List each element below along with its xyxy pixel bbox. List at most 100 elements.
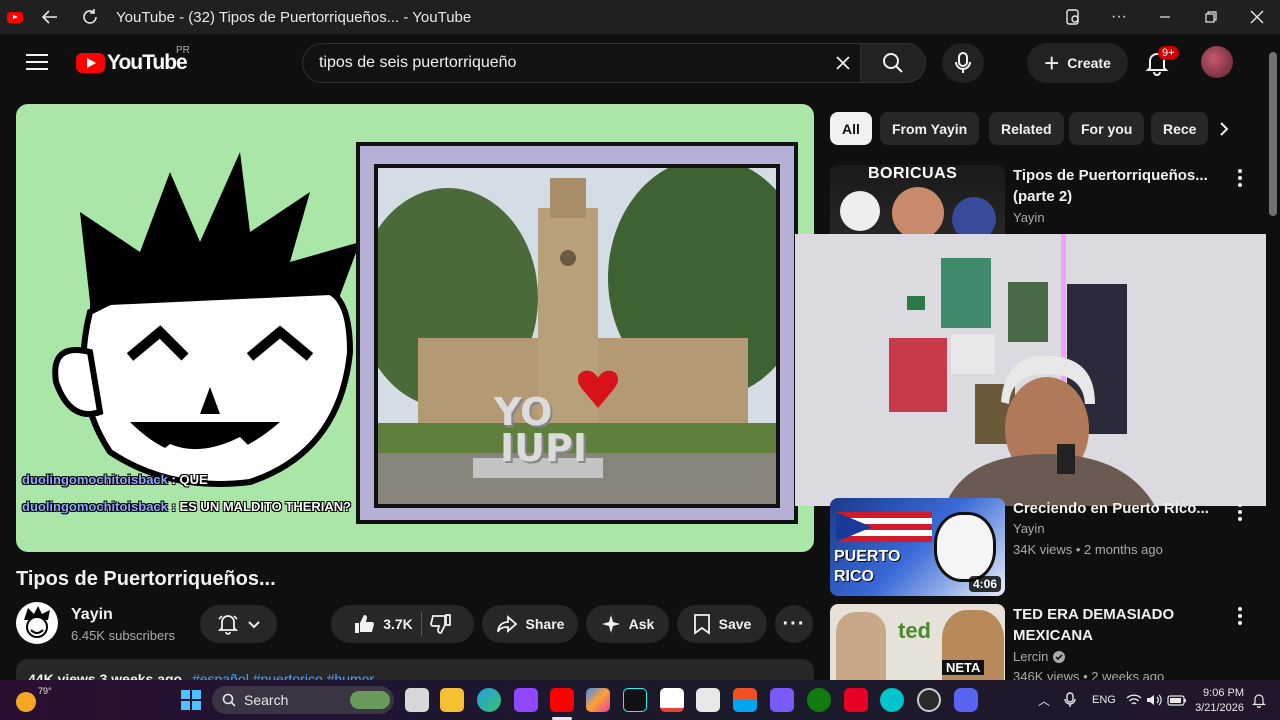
- tiktok-icon[interactable]: [623, 688, 647, 712]
- sign-iupi: IUPI: [500, 426, 587, 470]
- windows-start-icon[interactable]: [181, 690, 201, 710]
- voice-search-button[interactable]: [942, 43, 984, 83]
- thumbs-down-icon[interactable]: [429, 613, 452, 635]
- capcut-icon[interactable]: [696, 688, 720, 712]
- refresh-icon[interactable]: [70, 0, 110, 34]
- chat-username: duolingomochitoisback: [22, 499, 168, 514]
- search-button[interactable]: [860, 43, 926, 83]
- save-label: Save: [718, 616, 752, 632]
- more-options-icon[interactable]: ···: [1096, 0, 1142, 34]
- xbox-icon[interactable]: [807, 688, 831, 712]
- subscription-bell-button[interactable]: [200, 605, 277, 643]
- clock-time[interactable]: 9:06 PM: [1200, 687, 1244, 699]
- save-button[interactable]: Save: [677, 605, 767, 643]
- channel-name: Lercin: [1013, 649, 1049, 664]
- window-title: YouTube - (32) Tipos de Puertorriqueños.…: [116, 8, 472, 26]
- search-icon: [883, 53, 903, 73]
- recommendation-channel[interactable]: Yayin: [1013, 210, 1045, 225]
- notification-center-icon[interactable]: [1252, 692, 1266, 708]
- chip-for-you[interactable]: For you: [1069, 112, 1145, 145]
- pinterest-icon[interactable]: [844, 688, 868, 712]
- microphone-tray-icon[interactable]: [1064, 692, 1076, 708]
- clock-date[interactable]: 3/21/2026: [1194, 702, 1244, 714]
- microsoft-store-icon[interactable]: [733, 688, 757, 712]
- share-label: Share: [525, 616, 565, 632]
- more-horizontal-icon: ···: [782, 612, 806, 635]
- copilot-icon[interactable]: [586, 688, 610, 712]
- clear-search-icon[interactable]: [826, 43, 860, 83]
- chat-message: duolingomochitoisback : QUE: [22, 472, 208, 487]
- recommendation-thumbnail[interactable]: ted NETA: [830, 604, 1005, 680]
- ask-button[interactable]: Ask: [586, 605, 669, 643]
- close-window-icon[interactable]: [1234, 0, 1280, 34]
- channel-avatar[interactable]: [16, 602, 58, 644]
- youtube-app-icon[interactable]: [550, 688, 574, 712]
- thumbnail-text: ted: [898, 618, 931, 643]
- discord-icon[interactable]: [954, 688, 978, 712]
- chevron-up-icon[interactable]: ︿: [1038, 692, 1050, 709]
- taskbar-search[interactable]: Search: [212, 686, 394, 714]
- notification-badge: 9+: [1158, 46, 1179, 60]
- chip-recent[interactable]: Rece: [1151, 112, 1209, 145]
- chip-related[interactable]: Related: [989, 112, 1064, 145]
- recommendation-title[interactable]: Tipos de Puertorriqueños... (parte 2): [1013, 165, 1213, 207]
- video-title: Tipos de Puertorriqueños...: [16, 568, 276, 590]
- recommendation-title[interactable]: Creciendo en Puerto Rico...: [1013, 498, 1213, 519]
- youtube-logo[interactable]: YouTube PR: [76, 45, 190, 75]
- divider: [420, 612, 422, 636]
- chat-text: : QUE: [171, 472, 208, 487]
- recommendation-title[interactable]: TED ERA DEMASIADO MEXICANA: [1013, 604, 1213, 646]
- more-vertical-icon[interactable]: [1234, 502, 1246, 522]
- country-code: PR: [176, 45, 190, 56]
- weather-sun-icon: [16, 692, 36, 712]
- back-arrow-icon[interactable]: [30, 0, 70, 34]
- thumbnail-text: NETA: [942, 660, 985, 675]
- volume-icon[interactable]: [1146, 693, 1162, 707]
- subscriber-count: 6.45K subscribers: [71, 628, 176, 643]
- like-button[interactable]: 3.7K: [353, 613, 413, 635]
- page-scrollbar-thumb[interactable]: [1269, 52, 1277, 216]
- gmail-icon[interactable]: [660, 688, 684, 712]
- account-avatar[interactable]: [1201, 46, 1233, 78]
- sparkle-icon: [601, 615, 620, 633]
- recommendation-thumbnail[interactable]: PUERTO RICO 4:06: [830, 498, 1005, 596]
- search-query: tipos de seis puertorriqueño: [319, 54, 517, 71]
- more-vertical-icon[interactable]: [1234, 606, 1246, 626]
- more-vertical-icon[interactable]: [1234, 168, 1246, 188]
- search-input[interactable]: tipos de seis puertorriqueño: [302, 43, 860, 83]
- twitch-icon[interactable]: [514, 688, 538, 712]
- create-button[interactable]: + Create: [1027, 43, 1128, 83]
- app-view-icon[interactable]: [1050, 0, 1096, 34]
- recommendation-channel[interactable]: Yayin: [1013, 521, 1045, 536]
- canva-icon[interactable]: [880, 688, 904, 712]
- wifi-icon[interactable]: [1126, 693, 1142, 707]
- like-count: 3.7K: [383, 616, 413, 632]
- chip-all[interactable]: All: [830, 112, 872, 145]
- battery-icon[interactable]: [1167, 693, 1187, 707]
- task-view-icon[interactable]: [405, 688, 429, 712]
- thumbnail-text: RICO: [834, 568, 874, 585]
- app-icon[interactable]: [770, 688, 794, 712]
- chat-username: duolingomochitoisback: [22, 472, 168, 487]
- file-explorer-icon[interactable]: [440, 688, 464, 712]
- channel-name[interactable]: Yayin: [71, 606, 113, 624]
- search-label: Search: [244, 692, 289, 708]
- video-player[interactable]: YO IUPI duolingomochitoisback : QUE duol…: [16, 104, 814, 552]
- recommendation-channel[interactable]: Lercin: [1013, 649, 1066, 664]
- chat-text: : ES UN MALDITO THERIAN?: [171, 499, 352, 514]
- chevron-right-icon[interactable]: [1206, 112, 1242, 145]
- edge-browser-icon[interactable]: [477, 688, 501, 712]
- share-button[interactable]: Share: [482, 605, 578, 643]
- restore-icon[interactable]: [1188, 0, 1234, 34]
- bell-icon: [217, 615, 238, 635]
- like-dislike-group: 3.7K: [331, 605, 474, 643]
- obs-icon[interactable]: [917, 688, 941, 712]
- language-indicator[interactable]: ENG: [1092, 694, 1116, 706]
- menu-icon[interactable]: [26, 54, 48, 70]
- more-actions-button[interactable]: ···: [775, 605, 813, 643]
- weather-widget[interactable]: 79°: [16, 686, 52, 712]
- bookmark-icon: [693, 614, 710, 635]
- upload-age: 2 months ago: [1084, 542, 1163, 557]
- minimize-icon[interactable]: [1142, 0, 1188, 34]
- chip-from-yayin[interactable]: From Yayin: [880, 112, 980, 145]
